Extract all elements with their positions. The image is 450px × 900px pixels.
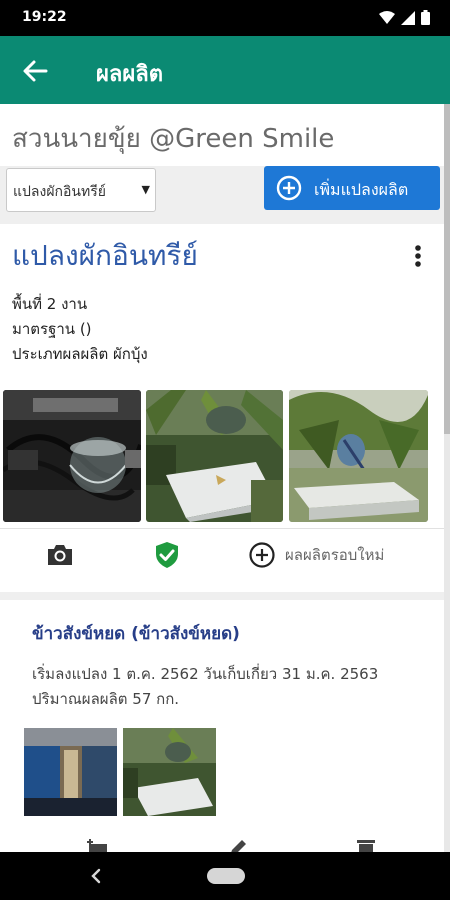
app-bar: ผลผลิต xyxy=(0,36,450,104)
plot-photo-3[interactable] xyxy=(289,390,428,522)
farm-name: สวนนายขุ้ย @Green Smile xyxy=(12,124,335,154)
add-photo-icon[interactable] xyxy=(85,836,109,852)
product-card[interactable]: ข้าวสังข์หยด (ข้าวสังข์หยด) เริ่มลงแปลง … xyxy=(0,600,444,852)
plot-selector-value: แปลงผักอินทรีย์ xyxy=(13,184,106,200)
product-actions-row xyxy=(0,832,444,852)
add-plot-button[interactable]: เพิ่มแปลงผลิต xyxy=(264,166,440,210)
product-title: ข้าวสังข์หยด (ข้าวสังข์หยด) xyxy=(32,624,240,644)
status-bar: 19:22 xyxy=(0,0,450,36)
plot-card: แปลงผักอินทรีย์ พื้นที่ 2 งาน มาตรฐาน ()… xyxy=(0,224,444,592)
more-options-button[interactable] xyxy=(406,240,430,270)
plot-photo-1[interactable] xyxy=(3,390,141,522)
camera-icon xyxy=(48,545,72,565)
plot-info: พื้นที่ 2 งาน มาตรฐาน () ประเภทผลผลิต ผั… xyxy=(12,292,148,367)
farm-header: สวนนายขุ้ย @Green Smile xyxy=(0,104,444,166)
content-area[interactable]: สวนนายขุ้ย @Green Smile แปลงผักอินทรีย์ … xyxy=(0,104,444,852)
verify-button[interactable] xyxy=(152,540,182,570)
system-nav-bar xyxy=(0,852,450,900)
plot-area: พื้นที่ 2 งาน xyxy=(12,295,88,313)
caret-down-icon: ▼ xyxy=(141,183,150,196)
arrow-left-icon xyxy=(23,60,48,82)
nav-home-pill[interactable] xyxy=(207,868,245,884)
plot-photo-2[interactable] xyxy=(146,390,283,522)
delete-icon[interactable] xyxy=(354,836,378,852)
card-divider xyxy=(0,528,444,529)
nav-back-button[interactable] xyxy=(86,866,106,886)
plot-standard: มาตรฐาน () xyxy=(12,320,92,338)
product-description: เริ่มลงแปลง 1 ต.ค. 2562 วันเก็บเกี่ยว 31… xyxy=(32,665,379,708)
signal-icon xyxy=(401,10,415,25)
back-button[interactable] xyxy=(20,56,50,86)
plus-circle-outline-icon xyxy=(249,542,275,568)
edit-icon[interactable] xyxy=(226,836,250,852)
new-round-button[interactable]: ผลผลิตรอบใหม่ xyxy=(248,540,384,570)
status-time: 19:22 xyxy=(22,9,67,25)
battery-icon xyxy=(421,10,430,25)
add-plot-label: เพิ่มแปลงผลิต xyxy=(314,180,409,199)
chevron-left-icon xyxy=(91,868,101,884)
add-photo-button[interactable] xyxy=(45,540,75,570)
plot-product-type: ประเภทผลผลิต ผักบุ้ง xyxy=(12,345,148,363)
status-icons xyxy=(379,10,430,25)
verified-shield-icon xyxy=(156,542,178,568)
scrollbar[interactable] xyxy=(444,104,450,434)
more-vert-icon xyxy=(415,245,421,267)
product-photo-2[interactable] xyxy=(123,728,216,816)
product-photo-1[interactable] xyxy=(24,728,117,816)
new-round-label: ผลผลิตรอบใหม่ xyxy=(285,546,385,564)
app-title: ผลผลิต xyxy=(96,62,164,87)
plot-selector-dropdown[interactable]: แปลงผักอินทรีย์ ▼ xyxy=(6,168,156,212)
plus-circle-icon xyxy=(276,175,302,201)
wifi-icon xyxy=(379,10,395,24)
plot-title: แปลงผักอินทรีย์ xyxy=(12,239,198,272)
